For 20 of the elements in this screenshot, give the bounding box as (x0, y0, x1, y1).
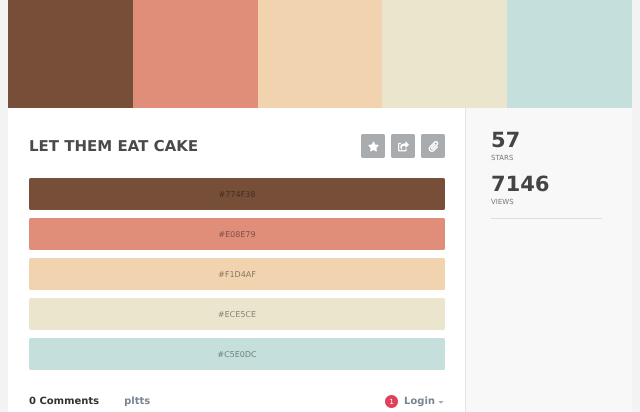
share-button[interactable] (391, 134, 415, 158)
comment-count: 0 Comments (29, 396, 100, 407)
star-icon (368, 140, 378, 152)
login-menu[interactable]: Login (404, 396, 445, 407)
hex-code: #F1D4AF (218, 270, 256, 278)
attach-button[interactable] (421, 134, 445, 158)
stat-value: 57 (491, 130, 522, 151)
share-icon (398, 140, 408, 152)
color-swatch[interactable]: #C5E0DC (29, 338, 445, 370)
star-button[interactable] (361, 134, 385, 158)
hex-code: #E08E79 (218, 230, 256, 238)
paperclip-icon (428, 140, 438, 152)
site-link[interactable]: pltts (124, 396, 150, 407)
color-swatch[interactable]: #E08E79 (29, 218, 445, 250)
color-swatch[interactable]: #ECE5CE (29, 298, 445, 330)
hex-code: #ECE5CE (218, 310, 256, 318)
stat-value: 7146 (491, 174, 550, 195)
color-swatch[interactable]: #F1D4AF (29, 258, 445, 290)
hex-code: #C5E0DC (217, 350, 257, 358)
palette-title: LET THEM EAT CAKE (29, 137, 198, 155)
